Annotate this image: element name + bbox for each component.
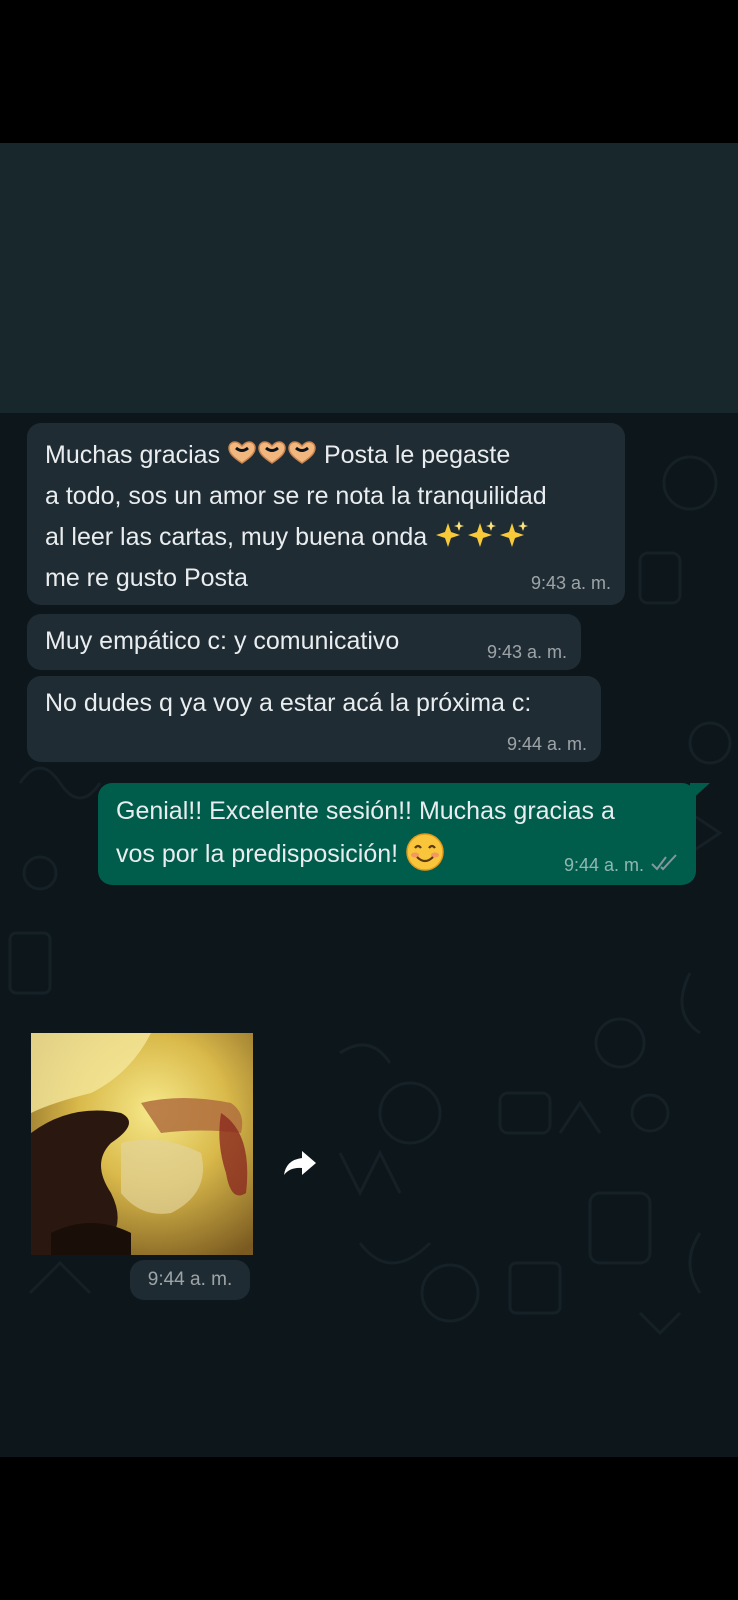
incoming-message-1[interactable]: Muchas gracias Posta le pegaste a todo, … [27, 423, 625, 605]
message-timestamp: 9:43 a. m. [486, 642, 567, 662]
media-timestamp: 9:44 a. m. [130, 1260, 250, 1300]
incoming-message-3[interactable]: No dudes q ya voy a estar acá la próxima… [27, 676, 601, 762]
message-text: No dudes q ya voy a estar acá la próxima… [45, 689, 532, 717]
top-overlay [0, 143, 738, 413]
sparkles-emoji-icon [436, 521, 465, 547]
forward-icon[interactable] [280, 1143, 320, 1183]
message-timestamp: 9:43 a. m. [530, 573, 611, 593]
sparkles-emoji-icon [500, 521, 529, 547]
chat-background[interactable]: Muchas gracias Posta le pegaste a todo, … [0, 413, 738, 1457]
message-timestamp: 9:44 a. m. [506, 734, 587, 754]
message-timestamp: 9:44 a. m. [563, 855, 644, 875]
message-text: Muy empático c: y comunicativo [45, 627, 400, 655]
message-text: Muchas gracias Posta le pegaste a todo, … [45, 435, 547, 599]
heart-hands-emoji-icon [257, 437, 287, 464]
smiling-face-emoji-icon [406, 833, 444, 871]
message-text: Genial!! Excelente sesión!! Muchas graci… [116, 791, 615, 875]
outgoing-bubble-tail [690, 783, 710, 801]
letterbox-top [0, 0, 738, 143]
media-thumbnail[interactable] [31, 1033, 253, 1255]
heart-hands-emoji-icon [287, 437, 317, 464]
letterbox-bottom [0, 1457, 738, 1600]
double-check-icon [651, 854, 677, 871]
incoming-message-2[interactable]: Muy empático c: y comunicativo 9:43 a. m… [27, 614, 581, 670]
video-preview-image [31, 1033, 253, 1255]
outgoing-message[interactable]: Genial!! Excelente sesión!! Muchas graci… [98, 783, 696, 885]
chat-screen: Muchas gracias Posta le pegaste a todo, … [0, 143, 738, 1457]
heart-hands-emoji-icon [227, 437, 257, 464]
sparkles-emoji-icon [468, 521, 497, 547]
